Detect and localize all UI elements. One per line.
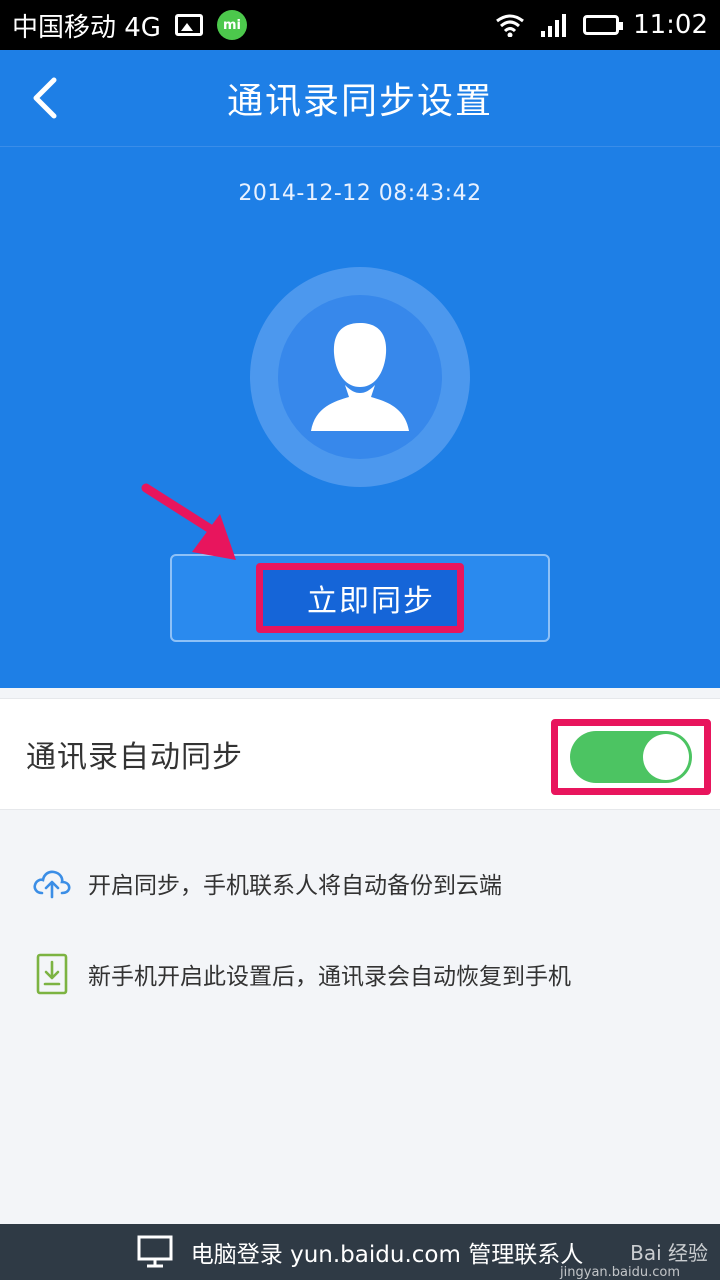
auto-sync-label: 通讯录自动同步 xyxy=(26,740,243,775)
sync-hero: 2014-12-12 08:43:42 立即同步 xyxy=(0,146,720,688)
status-bar: 中国移动 4G mi 11:02 xyxy=(0,0,720,50)
status-left: 中国移动 4G mi xyxy=(12,7,247,44)
auto-sync-toggle[interactable] xyxy=(570,731,692,783)
signal-icon xyxy=(541,14,567,37)
monitor-icon xyxy=(137,1235,173,1268)
last-sync-timestamp: 2014-12-12 08:43:42 xyxy=(238,181,482,206)
phone-download-icon xyxy=(36,953,68,995)
status-right: 11:02 xyxy=(495,10,708,40)
info-text-cloud-backup: 开启同步，手机联系人将自动备份到云端 xyxy=(88,873,502,899)
avatar-inner-ring xyxy=(278,295,442,459)
page-title: 通讯录同步设置 xyxy=(226,81,493,122)
annotation-arrow-icon xyxy=(141,483,236,560)
toggle-knob xyxy=(643,734,689,780)
info-item-cloud-backup: 开启同步，手机联系人将自动备份到云端 xyxy=(32,866,502,900)
status-time: 11:02 xyxy=(633,10,708,40)
mi-chat-icon: mi xyxy=(216,10,247,40)
chevron-left-icon[interactable] xyxy=(28,76,64,120)
app-header: 通讯录同步设置 xyxy=(0,50,720,146)
watermark-brand: Bai 经验 xyxy=(630,1241,708,1265)
cloud-upload-icon xyxy=(33,870,71,899)
auto-sync-row: 通讯录自动同步 xyxy=(0,698,720,810)
info-item-restore: 新手机开启此设置后，通讯录会自动恢复到手机 xyxy=(32,952,571,996)
info-text-restore: 新手机开启此设置后，通讯录会自动恢复到手机 xyxy=(88,964,571,990)
wifi-icon xyxy=(496,14,524,37)
battery-icon xyxy=(583,15,624,35)
image-notification-icon xyxy=(174,14,203,36)
carrier-label: 中国移动 4G xyxy=(12,12,161,43)
person-icon xyxy=(311,323,409,431)
footer-text: 电脑登录 yun.baidu.com 管理联系人 xyxy=(190,1242,584,1268)
watermark-url: jingyan.baidu.com xyxy=(560,1265,680,1280)
avatar xyxy=(250,267,470,487)
toggle-highlight xyxy=(551,719,711,795)
sync-now-label: 立即同步 xyxy=(256,563,464,633)
